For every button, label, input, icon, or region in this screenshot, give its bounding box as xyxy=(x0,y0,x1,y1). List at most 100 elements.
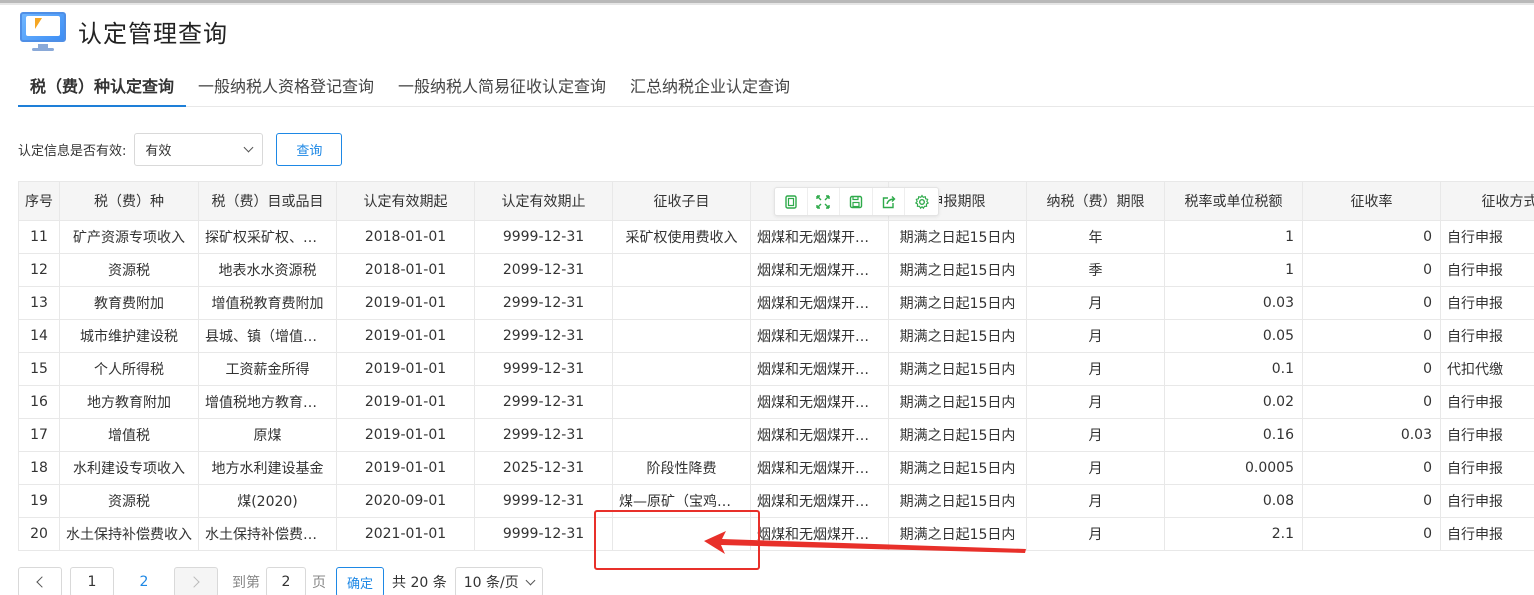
table-cell: 期满之日起15日内 xyxy=(888,286,1027,320)
export-icon[interactable] xyxy=(873,188,906,215)
table-cell: 月 xyxy=(1026,451,1165,485)
table-cell: 9999-12-31 xyxy=(474,352,613,386)
settings-icon[interactable] xyxy=(905,188,938,215)
table-cell: 2019-01-01 xyxy=(336,385,475,419)
table-cell: 2020-09-01 xyxy=(336,484,475,518)
prev-page-button[interactable] xyxy=(18,567,62,595)
table-cell: 季 xyxy=(1026,253,1165,287)
table-cell xyxy=(612,286,751,320)
confirm-button[interactable]: 确定 xyxy=(336,567,385,595)
table-cell: 9999-12-31 xyxy=(474,484,613,518)
table-row[interactable]: 17 增值税 原煤 2019-01-01 2999-12-31 烟煤和无烟煤开采... 期满… xyxy=(18,418,1534,452)
table-cell: 2019-01-01 xyxy=(336,319,475,353)
tab-general-taxpayer-registration[interactable]: 一般纳税人资格登记查询 xyxy=(186,70,386,107)
table-cell: 地表水水资源税 xyxy=(198,253,337,287)
table-cell: 采矿权使用费收入 xyxy=(612,220,751,254)
table-cell: 烟煤和无烟煤开采... xyxy=(750,451,889,485)
table-cell: 2021-01-01 xyxy=(336,517,475,551)
table-cell: 矿产资源专项收入 xyxy=(59,220,199,254)
table-cell: 0 xyxy=(1302,319,1441,353)
fullscreen-icon[interactable] xyxy=(808,188,841,215)
table-row[interactable]: 13 教育费附加 增值税教育费附加 2019-01-01 2999-12-31 烟煤和无烟… xyxy=(18,286,1534,320)
table-cell: 资源税 xyxy=(59,253,199,287)
table-cell: 月 xyxy=(1026,517,1165,551)
table-cell: 烟煤和无烟煤开采... xyxy=(750,286,889,320)
table-cell xyxy=(612,418,751,452)
table-cell: 期满之日起15日内 xyxy=(888,352,1027,386)
table-body: 11矿产资源专项收入探矿权采矿权、使用费...2018-01-019999-12… xyxy=(18,220,1534,551)
table-cell: 自行申报 xyxy=(1440,253,1534,287)
table-row[interactable]: 18 水利建设专项收入 地方水利建设基金 2019-01-01 2025-12-31 阶段… xyxy=(18,451,1534,485)
table-cell: 自行申报 xyxy=(1440,385,1534,419)
column-header: 税（费）目或品目 xyxy=(198,181,337,221)
validity-filter-label: 认定信息是否有效: xyxy=(18,143,127,159)
table-cell: 烟煤和无烟煤开采... xyxy=(750,418,889,452)
table-cell: 增值税 xyxy=(59,418,199,452)
table-cell: 2018-01-01 xyxy=(336,220,475,254)
table-cell: 期满之日起15日内 xyxy=(888,253,1027,287)
table-row[interactable]: 14 城市维护建设税 县城、镇（增值税... 2019-01-01 2999-12-31… xyxy=(18,319,1534,353)
tab-consolidated-taxation[interactable]: 汇总纳税企业认定查询 xyxy=(618,70,802,107)
table-cell: 烟煤和无烟煤开采... xyxy=(750,484,889,518)
table-cell: 地方教育附加 xyxy=(59,385,199,419)
table-cell: 0 xyxy=(1302,385,1441,419)
table-cell: 0.16 xyxy=(1164,418,1303,452)
table-cell: 县城、镇（增值税... xyxy=(198,319,337,353)
tab-simplified-collection[interactable]: 一般纳税人简易征收认定查询 xyxy=(386,70,618,107)
table-cell: 代扣代缴 xyxy=(1440,352,1534,386)
page-suffix-label: 页 xyxy=(312,575,326,591)
table-cell: 0 xyxy=(1302,253,1441,287)
query-button[interactable]: 查询 xyxy=(276,132,343,166)
table-cell: 阶段性降费 xyxy=(612,451,751,485)
chevron-down-icon xyxy=(525,575,536,585)
column-header: 征收率 xyxy=(1302,181,1441,221)
table-cell: 13 xyxy=(18,286,60,320)
tab-tax-type-query[interactable]: 税（费）种认定查询 xyxy=(18,70,187,107)
column-header: 税（费）种 xyxy=(59,181,199,221)
table-cell: 自行申报 xyxy=(1440,220,1534,254)
table-cell: 烟煤和无烟煤开采... xyxy=(750,385,889,419)
save-icon[interactable] xyxy=(840,188,873,215)
table-cell: 自行申报 xyxy=(1440,319,1534,353)
table-row[interactable]: 19 资源税 煤(2020) 2020-09-01 9999-12-31 煤—原矿（宝鸡、… xyxy=(18,484,1534,518)
table-row[interactable]: 16 地方教育附加 增值税地方教育附加 2019-01-01 2999-12-31 烟煤和… xyxy=(18,385,1534,419)
table-cell: 2099-12-31 xyxy=(474,253,613,287)
table-cell: 烟煤和无烟煤开采... xyxy=(750,319,889,353)
table-cell: 期满之日起15日内 xyxy=(888,418,1027,452)
column-header: 税率或单位税额 xyxy=(1164,181,1303,221)
table-cell: 19 xyxy=(18,484,60,518)
table-cell: 教育费附加 xyxy=(59,286,199,320)
goto-page-input[interactable]: 2 xyxy=(266,567,306,595)
page-size-select[interactable]: 10 条/页 xyxy=(454,567,543,595)
top-window-shadow xyxy=(0,3,1534,5)
copy-icon[interactable] xyxy=(775,188,808,215)
table-cell xyxy=(612,385,751,419)
table-cell: 16 xyxy=(18,385,60,419)
table-cell: 0.03 xyxy=(1164,286,1303,320)
chevron-down-icon xyxy=(243,142,254,152)
tax-table: 序号 税（费）种 税（费）目或品目 认定有效期起 认定有效期止 征收子目 申报期限 纳税（费）… xyxy=(18,181,1534,551)
table-cell: 探矿权采矿权、使用费... xyxy=(198,220,337,254)
table-row[interactable]: 12 资源税 地表水水资源税 2018-01-01 2099-12-31 烟煤和无烟煤开采… xyxy=(18,253,1534,287)
table-cell xyxy=(612,253,751,287)
table-cell: 月 xyxy=(1026,319,1165,353)
table-cell: 2025-12-31 xyxy=(474,451,613,485)
validity-select[interactable]: 有效 xyxy=(134,132,264,166)
page-2-button[interactable]: 2 xyxy=(122,567,166,595)
table-row[interactable]: 15 个人所得税 工资薪金所得 2019-01-01 9999-12-31 烟煤和无烟煤开… xyxy=(18,352,1534,386)
table-cell: 期满之日起15日内 xyxy=(888,319,1027,353)
table-cell: 2019-01-01 xyxy=(336,451,475,485)
table-cell: 资源税 xyxy=(59,484,199,518)
table-cell: 自行申报 xyxy=(1440,286,1534,320)
page-1-button[interactable]: 1 xyxy=(70,567,114,595)
table-cell: 自行申报 xyxy=(1440,484,1534,518)
column-header: 征收方式 xyxy=(1440,181,1534,221)
table-cell: 0 xyxy=(1302,286,1441,320)
table-cell: 9999-12-31 xyxy=(474,517,613,551)
table-cell: 自行申报 xyxy=(1440,517,1534,551)
tab-bar: 税（费）种认定查询 一般纳税人资格登记查询 一般纳税人简易征收认定查询 汇总纳税… xyxy=(18,70,1534,107)
next-page-button[interactable] xyxy=(174,567,218,595)
table-cell: 烟煤和无烟煤开采... xyxy=(750,253,889,287)
table-row[interactable]: 11矿产资源专项收入探矿权采矿权、使用费...2018-01-019999-12… xyxy=(18,220,1534,254)
table-cell: 增值税地方教育附加 xyxy=(198,385,337,419)
